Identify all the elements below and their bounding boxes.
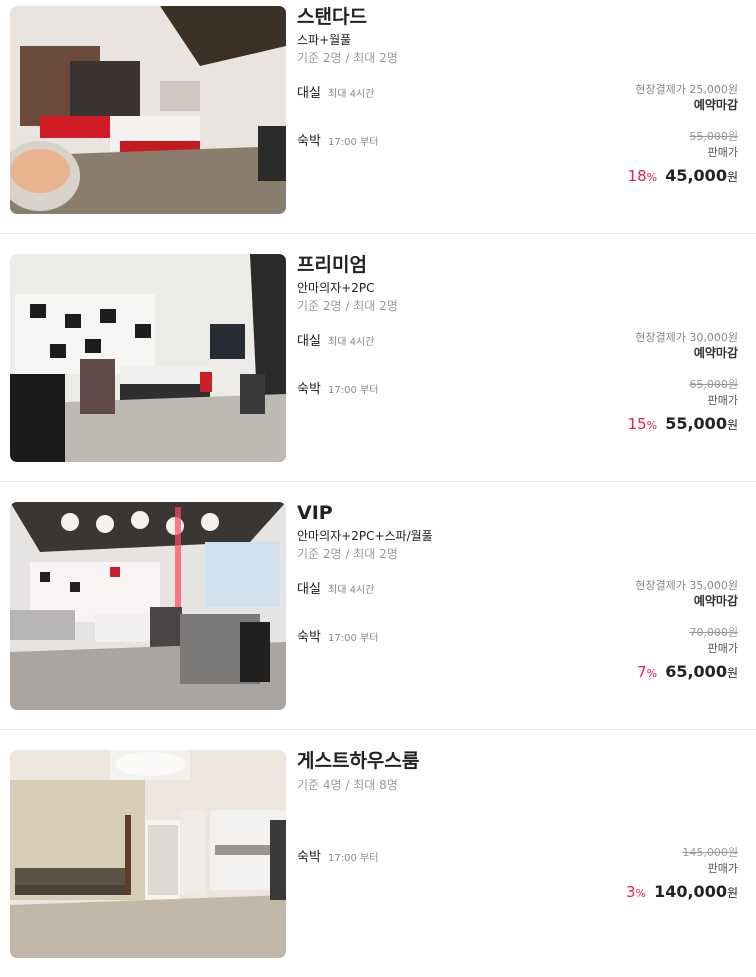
- sale-price: 45,000: [665, 166, 727, 185]
- stay-price-block: 145,000원 판매가 3% 140,000원: [626, 846, 738, 906]
- room-photo-guesthouse[interactable]: [10, 750, 286, 958]
- discount-rate: 3%: [625, 883, 646, 901]
- sale-price-label: 판매가: [707, 642, 738, 655]
- room-capacity: 기준 2명 / 최대 2명: [297, 51, 398, 65]
- room-photo-vip[interactable]: [10, 502, 286, 710]
- rental-row: 대실 최대 4시간 현장결제가 30,000원 예약마감: [297, 330, 738, 360]
- stay-price-block: 65,000원 판매가 15% 55,000원: [628, 378, 738, 438]
- booking-closed-badge: 예약마감: [693, 346, 738, 360]
- sale-price-label: 판매가: [707, 862, 738, 875]
- sale-price: 55,000: [665, 414, 727, 433]
- sale-price-label: 판매가: [707, 146, 738, 159]
- sale-price-line: 7% 65,000원: [637, 660, 738, 686]
- sale-price-label: 판매가: [707, 394, 738, 407]
- rental-price-block: 현장결제가 30,000원 예약마감: [635, 330, 738, 362]
- room-photo-image: [10, 502, 286, 710]
- rental-row: 대실 최대 4시간 현장결제가 35,000원 예약마감: [297, 578, 738, 608]
- original-price: 145,000원: [682, 846, 738, 859]
- rental-max-hours: 최대 4시간: [328, 585, 375, 596]
- sale-price-line: 18% 45,000원: [628, 164, 738, 190]
- stay-label: 숙박: [297, 134, 321, 149]
- rental-label: 대실: [297, 334, 321, 349]
- room-card-premium[interactable]: 프리미엄 안마의자+2PC 기준 2명 / 최대 2명 대실 최대 4시간 현장…: [0, 233, 756, 481]
- onsite-price: 현장결제가 30,000원: [635, 331, 738, 344]
- stay-row[interactable]: 숙박 17:00 부터 65,000원 판매가 15% 55,000원: [297, 378, 738, 433]
- stay-price-block: 70,000원 판매가 7% 65,000원: [637, 626, 738, 686]
- stay-label: 숙박: [297, 630, 321, 645]
- room-info: 프리미엄 안마의자+2PC 기준 2명 / 최대 2명 대실 최대 4시간 현장…: [297, 254, 738, 454]
- sale-price-line: 15% 55,000원: [628, 412, 738, 438]
- discount-rate: 15%: [627, 415, 658, 433]
- room-photo-standard[interactable]: [10, 6, 286, 214]
- sale-price: 65,000: [665, 662, 727, 681]
- room-name: 스탠다드: [297, 6, 367, 28]
- room-card-guesthouse[interactable]: 게스트하우스룸 기준 4명 / 최대 8명 숙박 17:00 부터 145,00…: [0, 729, 756, 977]
- room-info: VIP 안마의자+2PC+스파/월풀 기준 2명 / 최대 2명 대실 최대 4…: [297, 502, 738, 702]
- discount-rate: 7%: [637, 663, 658, 681]
- room-list: 스탠다드 스파+월풀 기준 2명 / 최대 2명 대실 최대 4시간 현장결제가…: [0, 0, 756, 977]
- room-feature: 스파+월풀: [297, 33, 352, 47]
- original-price: 65,000원: [689, 378, 738, 391]
- original-price: 55,000원: [689, 130, 738, 143]
- room-photo-image: [10, 254, 286, 462]
- room-photo-image: [10, 6, 286, 214]
- room-name: 프리미엄: [297, 254, 367, 276]
- room-name: 게스트하우스룸: [297, 750, 420, 772]
- room-photo-premium[interactable]: [10, 254, 286, 462]
- discount-rate: 18%: [627, 167, 658, 185]
- rental-max-hours: 최대 4시간: [328, 89, 375, 100]
- stay-row[interactable]: 숙박 17:00 부터 70,000원 판매가 7% 65,000원: [297, 626, 738, 681]
- stay-checkin: 17:00 부터: [328, 137, 379, 148]
- stay-row[interactable]: 숙박 17:00 부터 145,000원 판매가 3% 140,000원: [297, 846, 738, 901]
- stay-label: 숙박: [297, 382, 321, 397]
- sale-price-line: 3% 140,000원: [626, 880, 738, 906]
- rental-price-block: 현장결제가 25,000원 예약마감: [635, 82, 738, 114]
- stay-checkin: 17:00 부터: [328, 633, 379, 644]
- room-capacity: 기준 4명 / 최대 8명: [297, 778, 398, 792]
- stay-checkin: 17:00 부터: [328, 385, 379, 396]
- booking-closed-badge: 예약마감: [693, 594, 738, 608]
- room-card-standard[interactable]: 스탠다드 스파+월풀 기준 2명 / 최대 2명 대실 최대 4시간 현장결제가…: [0, 0, 756, 233]
- room-name: VIP: [297, 502, 333, 524]
- stay-label: 숙박: [297, 850, 321, 865]
- currency-unit: 원: [726, 418, 738, 432]
- stay-price-block: 55,000원 판매가 18% 45,000원: [628, 130, 738, 190]
- rental-row: 대실 최대 4시간 현장결제가 25,000원 예약마감: [297, 82, 738, 112]
- rental-max-hours: 최대 4시간: [328, 337, 375, 348]
- room-feature: 안마의자+2PC+스파/월풀: [297, 529, 433, 543]
- room-card-vip[interactable]: VIP 안마의자+2PC+스파/월풀 기준 2명 / 최대 2명 대실 최대 4…: [0, 481, 756, 729]
- currency-unit: 원: [726, 666, 738, 680]
- onsite-price: 현장결제가 35,000원: [635, 579, 738, 592]
- rental-label: 대실: [297, 582, 321, 597]
- stay-row[interactable]: 숙박 17:00 부터 55,000원 판매가 18% 45,000원: [297, 130, 738, 185]
- onsite-price: 현장결제가 25,000원: [635, 83, 738, 96]
- booking-closed-badge: 예약마감: [693, 98, 738, 112]
- room-feature: 안마의자+2PC: [297, 281, 375, 295]
- sale-price: 140,000: [654, 882, 727, 901]
- currency-unit: 원: [726, 886, 738, 900]
- room-info: 게스트하우스룸 기준 4명 / 최대 8명 숙박 17:00 부터 145,00…: [297, 750, 738, 950]
- rental-label: 대실: [297, 86, 321, 101]
- room-capacity: 기준 2명 / 최대 2명: [297, 547, 398, 561]
- stay-checkin: 17:00 부터: [328, 853, 379, 864]
- room-photo-image: [10, 750, 286, 958]
- rental-price-block: 현장결제가 35,000원 예약마감: [635, 578, 738, 610]
- original-price: 70,000원: [689, 626, 738, 639]
- room-info: 스탠다드 스파+월풀 기준 2명 / 최대 2명 대실 최대 4시간 현장결제가…: [297, 6, 738, 206]
- currency-unit: 원: [726, 170, 738, 184]
- room-capacity: 기준 2명 / 최대 2명: [297, 299, 398, 313]
